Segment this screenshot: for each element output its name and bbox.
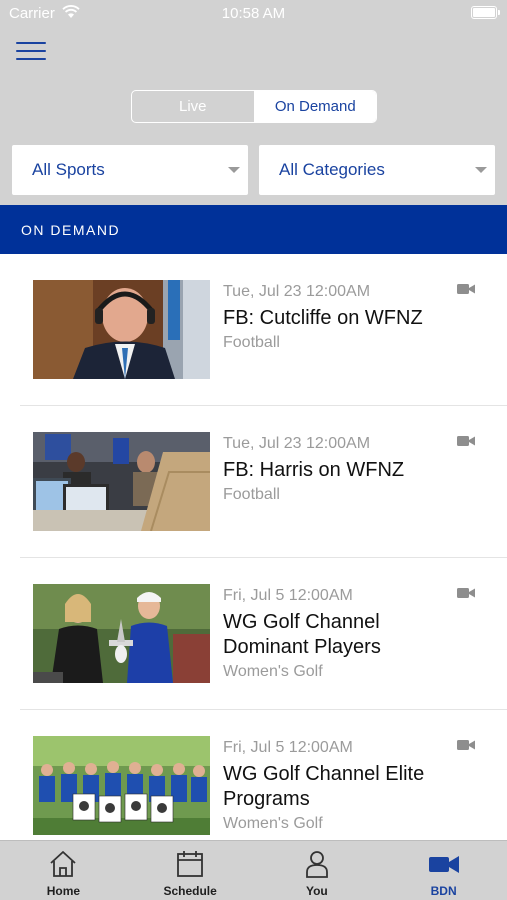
video-title: FB: Cutcliffe on WFNZ bbox=[223, 307, 423, 329]
video-date: Tue, Jul 23 12:00AM bbox=[223, 435, 371, 452]
video-category: Women's Golf bbox=[223, 815, 323, 832]
video-title: WG Golf Channel Elite Programs bbox=[223, 763, 425, 810]
video-date: Tue, Jul 23 12:00AM bbox=[223, 283, 371, 300]
video-camera-icon bbox=[457, 436, 475, 446]
video-title: WG Golf Channel Dominant Players bbox=[223, 611, 381, 658]
video-camera-icon bbox=[428, 856, 459, 873]
video-category: Football bbox=[223, 486, 280, 503]
video-category: Football bbox=[223, 334, 280, 351]
clock-label: 10:58 AM bbox=[221, 5, 286, 22]
sports-filter-dropdown[interactable]: All Sports bbox=[12, 145, 248, 195]
tab-home[interactable]: Home bbox=[0, 841, 127, 900]
tab-on-demand[interactable]: On Demand bbox=[254, 91, 376, 122]
sports-filter-value: All Sports bbox=[32, 160, 105, 179]
video-list: Tue, Jul 23 12:00AM FB: Cutcliffe on WFN… bbox=[0, 254, 507, 840]
video-thumbnail bbox=[33, 432, 210, 531]
tab-home-label: Home bbox=[46, 884, 81, 898]
person-icon bbox=[305, 851, 328, 878]
video-camera-icon bbox=[457, 740, 475, 750]
video-list-item[interactable]: Tue, Jul 23 12:00AM FB: Cutcliffe on WFN… bbox=[20, 254, 507, 406]
video-date: Fri, Jul 5 12:00AM bbox=[223, 587, 353, 604]
tab-bdn[interactable]: BDN bbox=[380, 841, 507, 900]
calendar-icon bbox=[177, 851, 204, 877]
tab-you[interactable]: You bbox=[254, 841, 381, 900]
live-ondemand-segmented-control: Live On Demand bbox=[131, 90, 377, 123]
status-bar: Carrier 10:58 AM bbox=[0, 0, 507, 28]
video-camera-icon bbox=[457, 588, 475, 598]
video-date: Fri, Jul 5 12:00AM bbox=[223, 739, 353, 756]
chevron-down-icon bbox=[228, 167, 240, 173]
video-list-item[interactable]: Fri, Jul 5 12:00AM WG Golf Channel Elite… bbox=[20, 710, 507, 840]
tab-you-label: You bbox=[305, 884, 328, 898]
top-toolbar-area: Carrier 10:58 AM Live On Demand All Spor… bbox=[0, 0, 507, 205]
battery-icon bbox=[471, 6, 500, 19]
video-thumbnail bbox=[33, 280, 210, 379]
hamburger-menu-icon[interactable] bbox=[16, 42, 46, 62]
video-thumbnail bbox=[33, 584, 210, 683]
bottom-tab-bar: Home Schedule You BDN bbox=[0, 840, 507, 900]
video-list-item[interactable]: Tue, Jul 23 12:00AM FB: Harris on WFNZ F… bbox=[20, 406, 507, 558]
video-title: FB: Harris on WFNZ bbox=[223, 459, 405, 481]
tab-live[interactable]: Live bbox=[132, 91, 255, 122]
categories-filter-dropdown[interactable]: All Categories bbox=[259, 145, 495, 195]
video-camera-icon bbox=[457, 284, 475, 294]
video-thumbnail bbox=[33, 736, 210, 835]
house-icon bbox=[50, 851, 76, 877]
section-header: ON DEMAND bbox=[0, 205, 507, 254]
tab-schedule[interactable]: Schedule bbox=[127, 841, 254, 900]
tab-schedule-label: Schedule bbox=[163, 884, 217, 898]
video-list-item[interactable]: Fri, Jul 5 12:00AM WG Golf Channel Domin… bbox=[20, 558, 507, 710]
chevron-down-icon bbox=[475, 167, 487, 173]
video-category: Women's Golf bbox=[223, 663, 323, 680]
tab-bdn-label: BDN bbox=[430, 884, 457, 898]
categories-filter-value: All Categories bbox=[279, 160, 385, 179]
